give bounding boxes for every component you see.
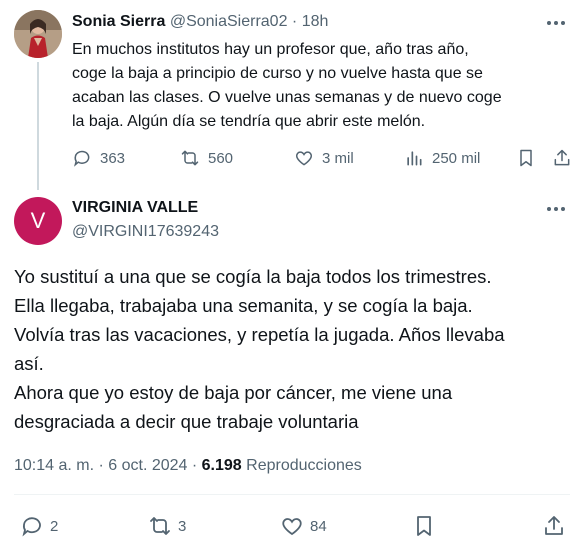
bookmark-icon (417, 516, 431, 536)
like-icon (282, 518, 302, 536)
reply-action-bar: 2 3 84 (14, 512, 570, 540)
reply-repost-button[interactable]: 3 (148, 512, 186, 540)
views-label: Reproducciones (241, 457, 362, 474)
more-icon (547, 21, 565, 25)
parent-display-name[interactable]: Sonia Sierra (72, 13, 165, 30)
share-icon (554, 149, 570, 166)
parent-like-count: 3 mil (322, 149, 354, 167)
repost-icon (181, 150, 199, 166)
reply-view-count: 6.198 (201, 457, 242, 474)
share-icon (545, 516, 563, 535)
reply-repost-count: 3 (178, 517, 187, 535)
reply-handle[interactable]: @VIRGINI17639243 (72, 222, 219, 242)
reply-display-name[interactable]: VIRGINIA VALLE (72, 198, 198, 218)
divider (14, 494, 570, 495)
parent-views-button[interactable]: 250 mil (404, 146, 480, 170)
views-icon (407, 151, 422, 166)
avatar-letter: V (30, 208, 46, 233)
more-icon (547, 207, 565, 211)
reply-like-count: 84 (310, 517, 327, 535)
parent-handle[interactable]: @SoniaSierra02 (170, 13, 288, 30)
reply-icon (22, 517, 41, 537)
sonia-avatar[interactable] (14, 10, 62, 58)
reply-more-button[interactable] (544, 200, 568, 218)
parent-share-button[interactable] (552, 146, 572, 170)
reply-icon (74, 150, 90, 167)
reply-share-button[interactable] (542, 512, 566, 540)
repost-icon (150, 517, 170, 535)
parent-time[interactable]: 18h (302, 13, 329, 30)
parent-reply-count: 363 (100, 149, 126, 167)
parent-view-count: 250 mil (432, 149, 481, 167)
reply-reply-count: 2 (50, 517, 59, 535)
thread-connector (37, 62, 39, 190)
like-icon (295, 151, 313, 166)
parent-bookmark-button[interactable] (516, 146, 536, 170)
parent-repost-button[interactable]: 560 (180, 146, 233, 170)
reply-text: Yo sustituí a una que se cogía la baja t… (14, 266, 505, 432)
reply-timestamp[interactable]: 10:14 a. m. · 6 oct. 2024 · (14, 457, 202, 474)
tweet-thread: Sonia Sierra @SoniaSierra02 · 18h En muc… (0, 0, 580, 557)
reply-bookmark-button[interactable] (412, 512, 436, 540)
parent-like-button[interactable]: 3 mil (294, 146, 354, 170)
parent-text: En muchos institutos hay un profesor que… (72, 41, 502, 130)
reply-metadata: 10:14 a. m. · 6 oct. 2024 · 6.198 Reprod… (14, 455, 362, 477)
parent-reply-button[interactable]: 363 (72, 146, 125, 170)
bookmark-icon (520, 149, 532, 167)
reply-reply-button[interactable]: 2 (20, 512, 58, 540)
virginia-avatar[interactable]: V (14, 197, 62, 245)
separator-dot: · (287, 13, 302, 30)
parent-more-button[interactable] (544, 14, 568, 32)
parent-header: Sonia Sierra @SoniaSierra02 · 18h (72, 12, 328, 32)
parent-repost-count: 560 (208, 149, 234, 167)
reply-like-button[interactable]: 84 (280, 512, 327, 540)
parent-action-bar: 363 560 3 mil 250 mil (72, 146, 572, 170)
